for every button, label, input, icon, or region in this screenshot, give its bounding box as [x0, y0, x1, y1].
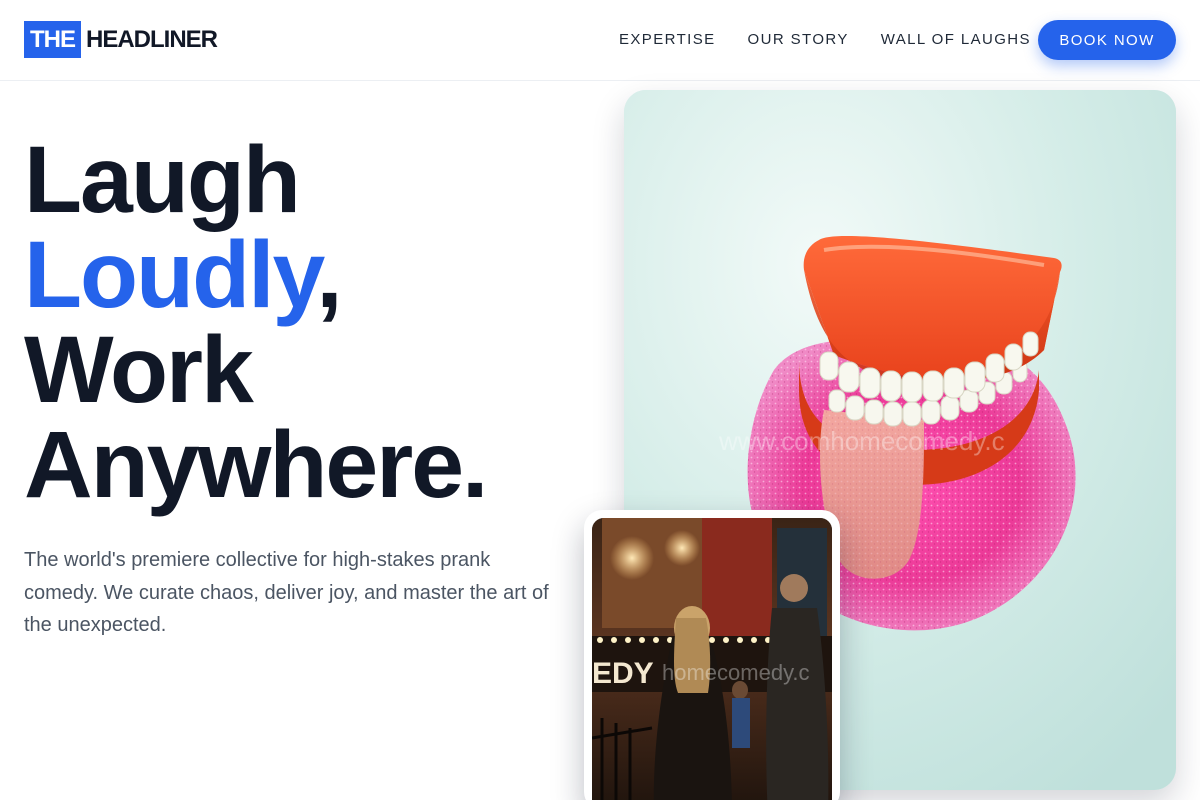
nav-link-wall-of-laughs[interactable]: WALL OF LAUGHS [881, 30, 1031, 50]
hero-title-comma: , [316, 222, 342, 328]
secondary-image-watermark: homecomedy.c [662, 660, 810, 685]
hero-title-line-2: Loudly, [24, 228, 584, 323]
hero-secondary-image-card: EDY homecomedy.c [584, 510, 840, 800]
main-image-watermark: www.comhomecomedy.c [718, 426, 1005, 456]
logo-wordmark: HEADLINER [86, 25, 218, 53]
main-nav: EXPERTISE OUR STORY WALL OF LAUGHS [619, 30, 1063, 50]
comedy-club-queue-illustration: EDY homecomedy.c [592, 518, 832, 800]
hero-title-line-4: Anywhere. [24, 412, 488, 518]
marquee-sign-text: EDY [592, 657, 654, 690]
logo-box: THE [24, 21, 81, 58]
hero-secondary-image: EDY homecomedy.c [592, 518, 832, 800]
brand-logo[interactable]: THE HEADLINER [24, 21, 218, 58]
hero-title: Laugh Loudly, Work Anywhere. [24, 133, 584, 513]
nav-link-our-story[interactable]: OUR STORY [748, 30, 849, 50]
site-header: THE HEADLINER EXPERTISE OUR STORY WALL O… [0, 0, 1200, 81]
nav-link-expertise[interactable]: EXPERTISE [619, 30, 716, 50]
hero-title-line-1: Laugh [24, 127, 301, 233]
book-now-button[interactable]: BOOK NOW [1038, 20, 1176, 60]
hero-title-accent: Loudly [24, 222, 318, 328]
hero-title-line-3: Work [24, 317, 254, 423]
hero-description: The world's premiere collective for high… [24, 549, 549, 636]
